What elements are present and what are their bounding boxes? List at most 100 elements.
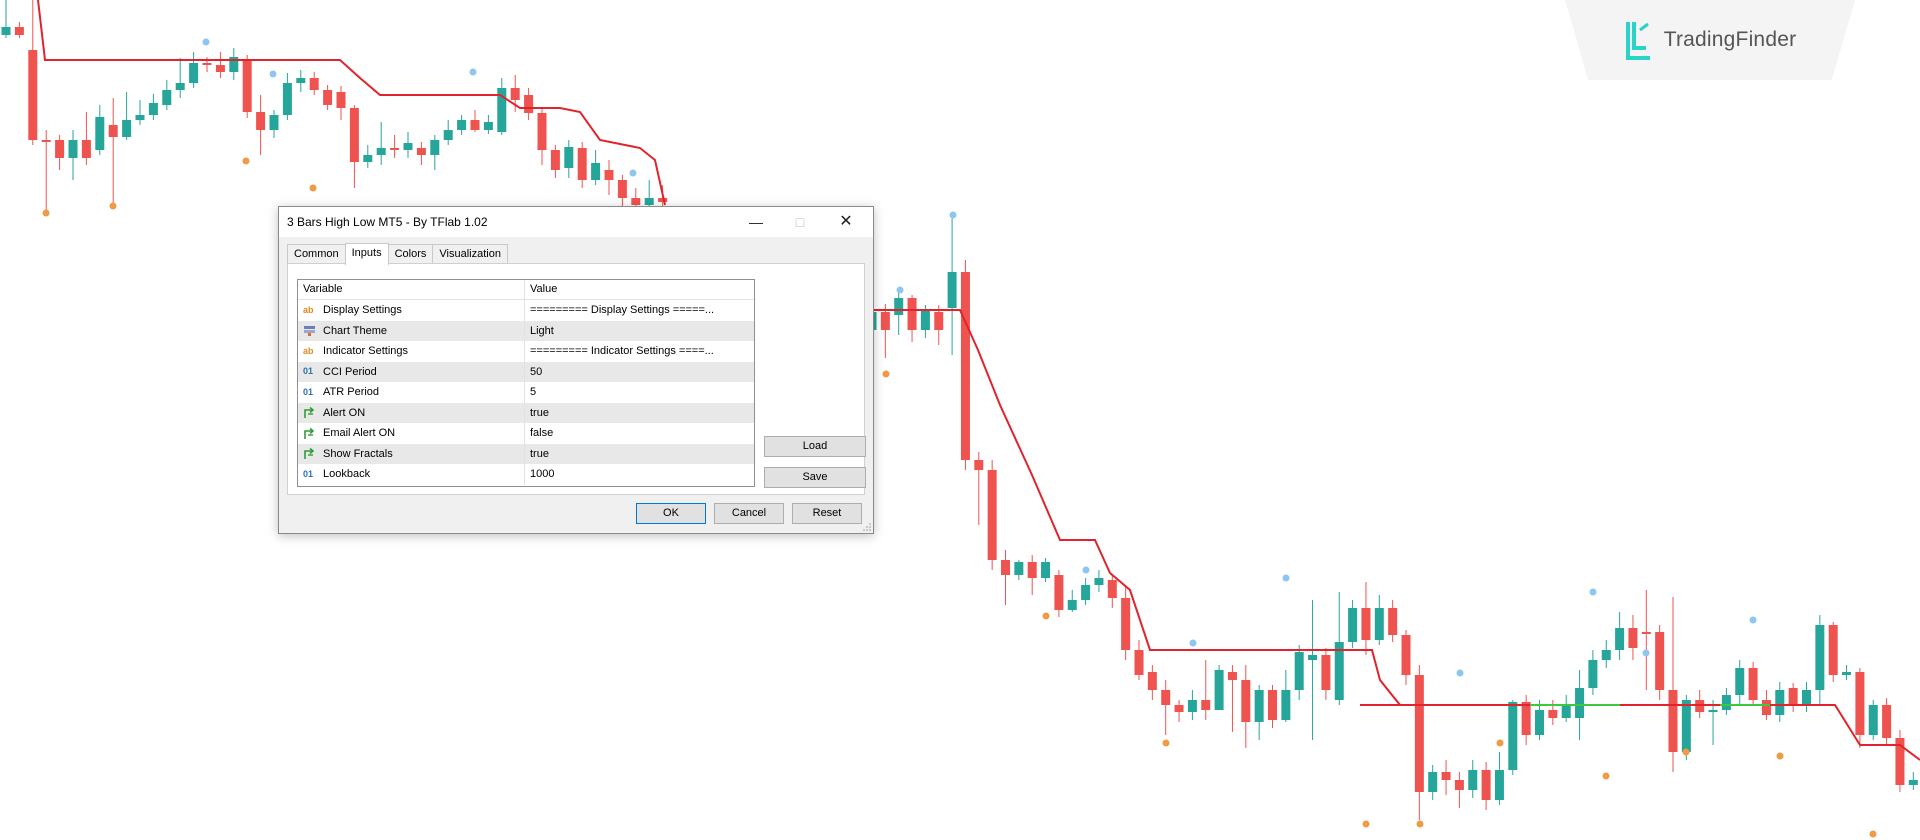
bear-candle [987, 470, 997, 560]
bull-candle [1721, 695, 1731, 710]
bull-candle [894, 298, 904, 315]
bear-candle [1388, 608, 1398, 635]
variable-value[interactable]: ========= Display Settings =====... [525, 304, 714, 316]
bull-candle [1735, 668, 1745, 695]
minimize-button[interactable]: — [741, 211, 771, 233]
tab-common[interactable]: Common [287, 244, 346, 264]
fractal-low [1162, 739, 1170, 747]
column-header-value[interactable]: Value [525, 280, 557, 299]
bull-candle [564, 147, 574, 168]
table-row[interactable]: 01 ATR Period 5 [298, 382, 754, 403]
bool-param-icon [303, 427, 316, 440]
variable-value[interactable]: 1000 [525, 468, 554, 480]
bull-candle [1908, 780, 1918, 785]
table-row[interactable]: Email Alert ON false [298, 423, 754, 444]
bear-candle [349, 108, 359, 162]
bull-candle [1508, 702, 1518, 770]
dialog-titlebar[interactable]: 3 Bars High Low MT5 - By TFlab 1.02 — □ … [279, 207, 873, 237]
bear-candle [1227, 672, 1237, 680]
bull-candle [1815, 625, 1825, 690]
table-row[interactable]: Alert ON true [298, 402, 754, 423]
resize-grip-icon[interactable] [863, 523, 871, 531]
load-button[interactable]: Load [764, 436, 866, 457]
inputs-panel: Variable Value ab Display Settings ======… [287, 263, 866, 495]
variable-name: Show Fractals [323, 447, 393, 460]
bear-candle [1481, 770, 1491, 800]
table-row[interactable]: ab Indicator Settings ========= Indicator… [298, 341, 754, 362]
variable-value[interactable]: true [525, 448, 549, 460]
bear-candle [537, 113, 547, 150]
close-button[interactable]: ✕ [831, 211, 861, 233]
bear-candle [108, 125, 118, 137]
variable-name: CCI Period [323, 365, 377, 378]
cancel-button[interactable]: Cancel [714, 503, 784, 524]
bear-candle [974, 460, 984, 470]
bear-candle [390, 148, 400, 150]
fractal-low [1869, 830, 1877, 838]
bull-candle [1535, 710, 1544, 735]
bear-candle [880, 312, 890, 330]
column-header-variable[interactable]: Variable [298, 280, 525, 299]
table-row[interactable]: Chart Theme Light [298, 320, 754, 341]
reset-button[interactable]: Reset [792, 503, 862, 524]
bull-candle [1494, 770, 1504, 800]
bear-candle [1414, 675, 1424, 792]
bear-candle [960, 272, 970, 460]
tab-colors[interactable]: Colors [387, 244, 434, 264]
table-row[interactable]: ab Display Settings ========= Display Set… [298, 300, 754, 321]
dialog-tabs: Common Inputs Colors Visualization [287, 243, 508, 265]
bull-candle [1561, 705, 1571, 718]
bull-candle [591, 163, 601, 180]
variable-value[interactable]: false [525, 427, 553, 439]
variable-name: Indicator Settings [323, 345, 408, 358]
fractal-high [949, 211, 957, 219]
variable-value[interactable]: 50 [525, 366, 542, 378]
bear-candle [1054, 575, 1064, 610]
variable-value[interactable]: true [525, 407, 549, 419]
bear-candle [1641, 632, 1651, 634]
variable-value[interactable]: 5 [525, 386, 536, 398]
bull-candle [68, 140, 78, 158]
bear-candle [1882, 705, 1892, 738]
table-row[interactable]: 01 CCI Period 50 [298, 361, 754, 382]
bear-candle [1241, 680, 1251, 722]
table-row[interactable]: 01 Lookback 1000 [298, 464, 754, 485]
bear-candle [1855, 672, 1865, 735]
bull-candle [947, 272, 957, 308]
bull-candle [1374, 608, 1384, 640]
bear-candle [1361, 608, 1371, 640]
number-param-icon: 01 [303, 468, 314, 479]
bear-candle [1828, 625, 1838, 675]
tab-visualization[interactable]: Visualization [432, 244, 508, 264]
variable-value[interactable]: Light [525, 325, 554, 337]
bull-candle [430, 140, 440, 155]
fractal-high [1749, 616, 1757, 624]
ok-button[interactable]: OK [636, 503, 706, 524]
bull-candle [148, 103, 158, 115]
bear-candle [28, 50, 38, 140]
bull-candle [1094, 578, 1104, 585]
tab-inputs[interactable]: Inputs [344, 243, 389, 265]
save-button[interactable]: Save [764, 467, 866, 488]
variable-value[interactable]: ========= Indicator Settings ====... [525, 345, 714, 357]
table-header: Variable Value [298, 280, 754, 300]
bull-candle [1842, 672, 1852, 675]
bear-candle [1121, 598, 1131, 650]
bear-candle [1788, 688, 1798, 705]
bull-candle [1588, 660, 1598, 688]
maximize-button[interactable]: □ [785, 211, 815, 233]
table-row[interactable]: Show Fractals true [298, 443, 754, 464]
bull-candle [1428, 772, 1438, 792]
bull-candle [1187, 700, 1197, 712]
bull-candle [1868, 705, 1878, 735]
indicator-properties-dialog: 3 Bars High Low MT5 - By TFlab 1.02 — □ … [278, 206, 874, 534]
bear-candle [1147, 672, 1157, 690]
fractal-high [1189, 639, 1197, 647]
bull-candle [1281, 690, 1291, 720]
bear-candle [524, 95, 534, 113]
bull-candle [1615, 628, 1625, 650]
dialog-title: 3 Bars High Low MT5 - By TFlab 1.02 [287, 215, 488, 229]
variable-name: Alert ON [323, 406, 366, 419]
bull-candle [1802, 690, 1811, 705]
fractal-high [629, 169, 637, 177]
